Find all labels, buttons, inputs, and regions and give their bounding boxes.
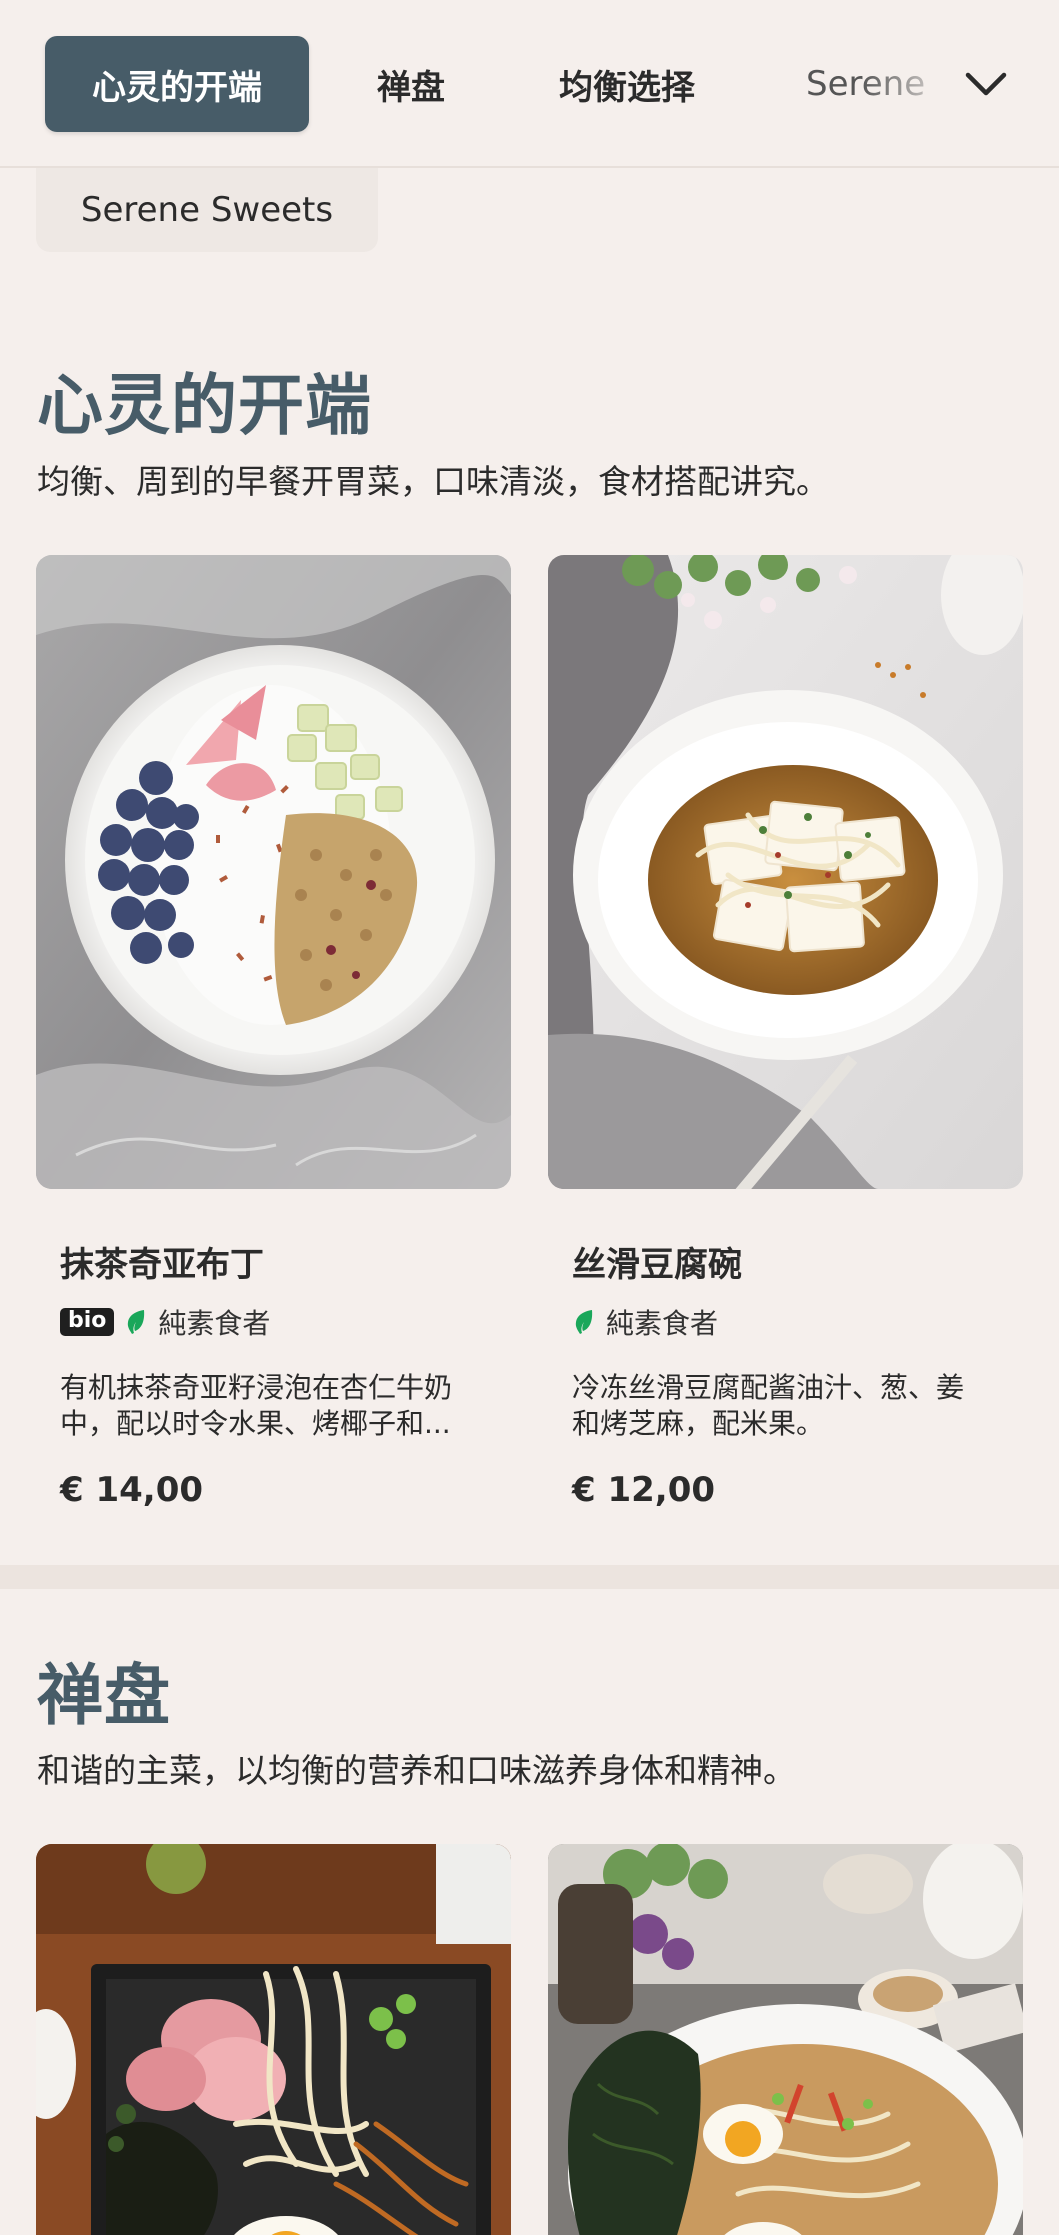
section-title: 禅盘 [37, 1657, 171, 1734]
chevron-down-icon[interactable] [962, 62, 1010, 106]
dish-description: 有机抹茶奇亚籽浸泡在杏仁牛奶 中，配以时令水果、烤椰子和... [60, 1371, 453, 1440]
section-description: 和谐的主菜，以均衡的营养和口味滋养身体和精神。 [37, 1751, 796, 1790]
leaf-icon [572, 1308, 596, 1336]
dish-image-matcha-chia-pudding[interactable] [36, 555, 511, 1189]
dish-name[interactable]: 丝滑豆腐碗 [572, 1237, 742, 1286]
category-chip-serene-sweets[interactable]: Serene Sweets [36, 168, 378, 252]
dish-price: € 14,00 [60, 1470, 204, 1510]
section-description: 均衡、周到的早餐开胃菜，口味清淡，食材搭配讲究。 [37, 462, 829, 501]
dish-tags: 純素食者 [572, 1302, 718, 1342]
tab-category-3[interactable]: 均衡选择 [545, 36, 709, 132]
dish-image-zen-bento[interactable] [36, 1844, 511, 2235]
tab-category-2[interactable]: 禅盘 [360, 36, 462, 132]
dish-description: 冷冻丝滑豆腐配酱油汁、葱、姜 和烤芝麻，配米果。 [572, 1371, 965, 1440]
diet-tag: 純素食者 [158, 1307, 271, 1340]
bio-badge: bio [60, 1308, 115, 1336]
dish-image-zen-noodle-bowl[interactable] [548, 1844, 1023, 2235]
dish-name[interactable]: 抹茶奇亚布丁 [60, 1237, 264, 1286]
category-nav: 心灵的开端 禅盘 均衡选择 Serene [0, 0, 1059, 168]
dish-tags: bio 純素食者 [60, 1302, 270, 1342]
leaf-icon [124, 1308, 148, 1336]
nav-fade-overlay [860, 30, 1059, 140]
tab-category-1[interactable]: 心灵的开端 [45, 36, 309, 132]
menu-page: 心灵的开端 禅盘 均衡选择 Serene Serene Sweets 心灵的开端… [0, 0, 1059, 2235]
dish-price: € 12,00 [572, 1470, 716, 1510]
diet-tag: 純素食者 [606, 1307, 719, 1340]
section-title: 心灵的开端 [37, 367, 372, 444]
section-divider [0, 1565, 1059, 1589]
dish-image-silken-tofu-bowl[interactable] [548, 555, 1023, 1189]
